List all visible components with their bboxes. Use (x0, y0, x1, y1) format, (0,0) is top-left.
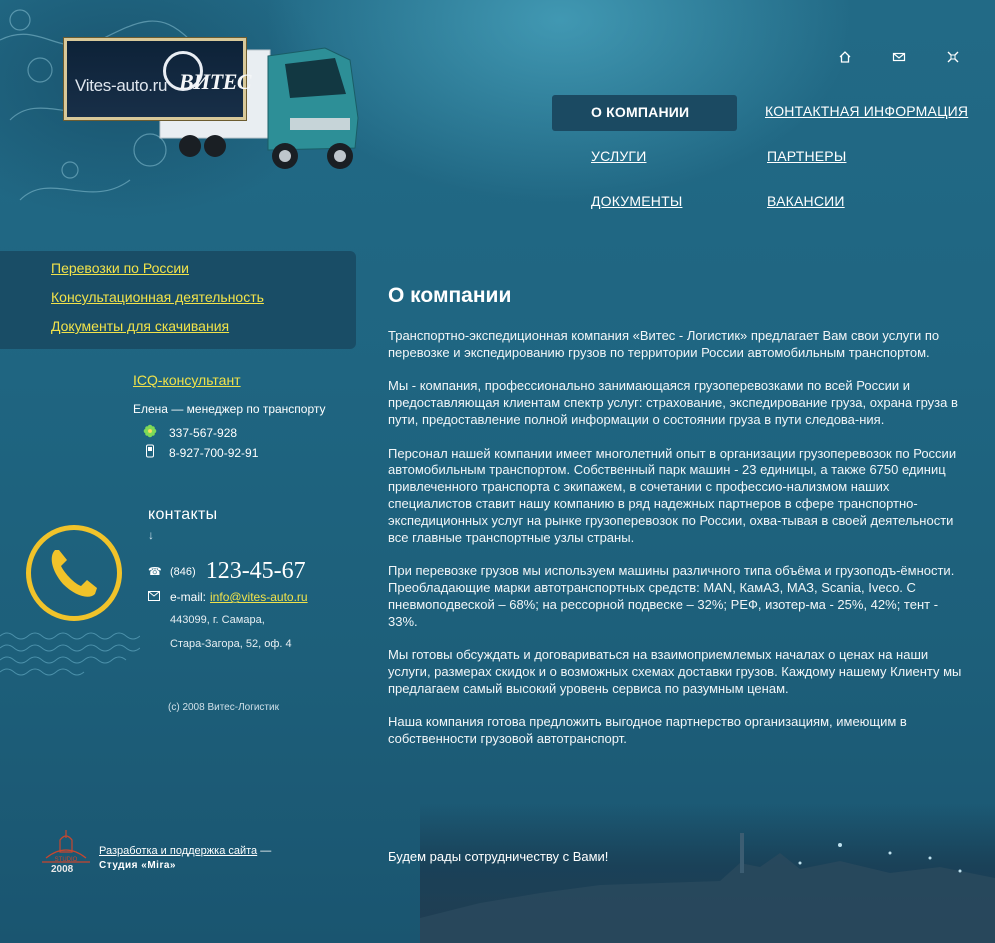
content-paragraph: Персонал нашей компании имеет многолетни… (388, 445, 957, 545)
studio-year: 2008 (51, 864, 74, 875)
sidebar-item-russia-transport[interactable]: Перевозки по России (51, 260, 189, 276)
closing-text: Будем рады сотрудничеству с Вами! (388, 849, 609, 864)
content-paragraph: Мы готовы обсуждать и договариваться на … (388, 647, 962, 696)
developer-credit: Разработка и поддержка сайта — (99, 845, 271, 857)
content-paragraph: При перевозке грузов мы используем машин… (388, 563, 955, 629)
logo-site-name: Vites-auto.ru (75, 76, 168, 95)
nav-item-partners[interactable]: ПАРТНЕРЫ (767, 148, 846, 164)
sidebar-item-consulting[interactable]: Консультационная деятельность (51, 289, 264, 305)
nav-item-services[interactable]: УСЛУГИ (591, 148, 646, 164)
sitemap-icon[interactable] (946, 50, 960, 64)
sidebar-menu: Перевозки по России Консультационная дея… (0, 251, 356, 349)
page-title: О компании (388, 284, 512, 307)
city-night-background (420, 803, 995, 943)
content-paragraph: Наша компания готова предложить выгодное… (388, 714, 907, 747)
email-label: e-mail: (170, 590, 207, 604)
svg-text:STUDIO: STUDIO (55, 857, 78, 863)
phone-handset-icon (26, 525, 122, 621)
sidebar-item-downloads[interactable]: Документы для скачивания (51, 318, 229, 334)
icq-flower-icon (143, 424, 157, 441)
icq-number: 337-567-928 (169, 425, 238, 440)
down-arrow-icon: ↓ (148, 528, 154, 542)
nav-item-about[interactable]: О КОМПАНИИ (591, 104, 689, 120)
mobile-number: 8-927-700-92-91 (169, 445, 259, 460)
home-icon[interactable] (838, 50, 852, 64)
nav-item-contacts[interactable]: КОНТАКТНАЯ ИНФОРМАЦИЯ (765, 103, 968, 119)
address-line-2: Стара-Загора, 52, оф. 4 (170, 638, 292, 650)
main-content: Транспортно-экспедиционная компания «Вит… (388, 328, 963, 765)
logo-brand: ВИТЕС (179, 69, 252, 94)
envelope-icon (148, 590, 162, 604)
nav-item-vacancies[interactable]: ВАКАНСИИ (767, 193, 845, 209)
studio-name: Студия «Mira» (99, 860, 176, 871)
manager-name: Елена — менеджер по транспорту (133, 402, 326, 416)
phone-row: ☎ (846) 123-45-67 (148, 558, 306, 585)
nav-item-documents[interactable]: ДОКУМЕНТЫ (591, 193, 682, 209)
email-link[interactable]: info@vites-auto.ru (210, 590, 308, 604)
icq-consultant-link[interactable]: ICQ-консультант (133, 372, 241, 388)
content-paragraph: Мы - компания, профессионально занимающа… (388, 378, 958, 427)
phone-icon: ☎ (148, 566, 162, 578)
top-icons (838, 50, 960, 64)
mail-icon[interactable] (892, 50, 906, 64)
copyright: (c) 2008 Витес-Логистик (168, 702, 279, 713)
developer-link[interactable]: Разработка и поддержка сайта (99, 845, 257, 857)
address-line-1: 443099, г. Самара, (170, 614, 265, 626)
phone-number: 123-45-67 (205, 558, 306, 584)
city-skyline (420, 833, 995, 943)
phone-code: (846) (170, 565, 196, 578)
content-paragraph: Транспортно-экспедиционная компания «Вит… (388, 328, 940, 360)
wave-decoration (0, 632, 140, 676)
mobile-phone-icon (143, 444, 157, 461)
mobile-row: 8-927-700-92-91 (143, 444, 258, 461)
email-row: e-mail: info@vites-auto.ru (148, 590, 308, 604)
site-logo[interactable]: Vites-auto.ru ВИТЕС (64, 38, 252, 120)
icq-number-row: 337-567-928 (143, 424, 237, 441)
contacts-heading: контакты (148, 506, 218, 523)
developer-dash: — (257, 845, 272, 857)
